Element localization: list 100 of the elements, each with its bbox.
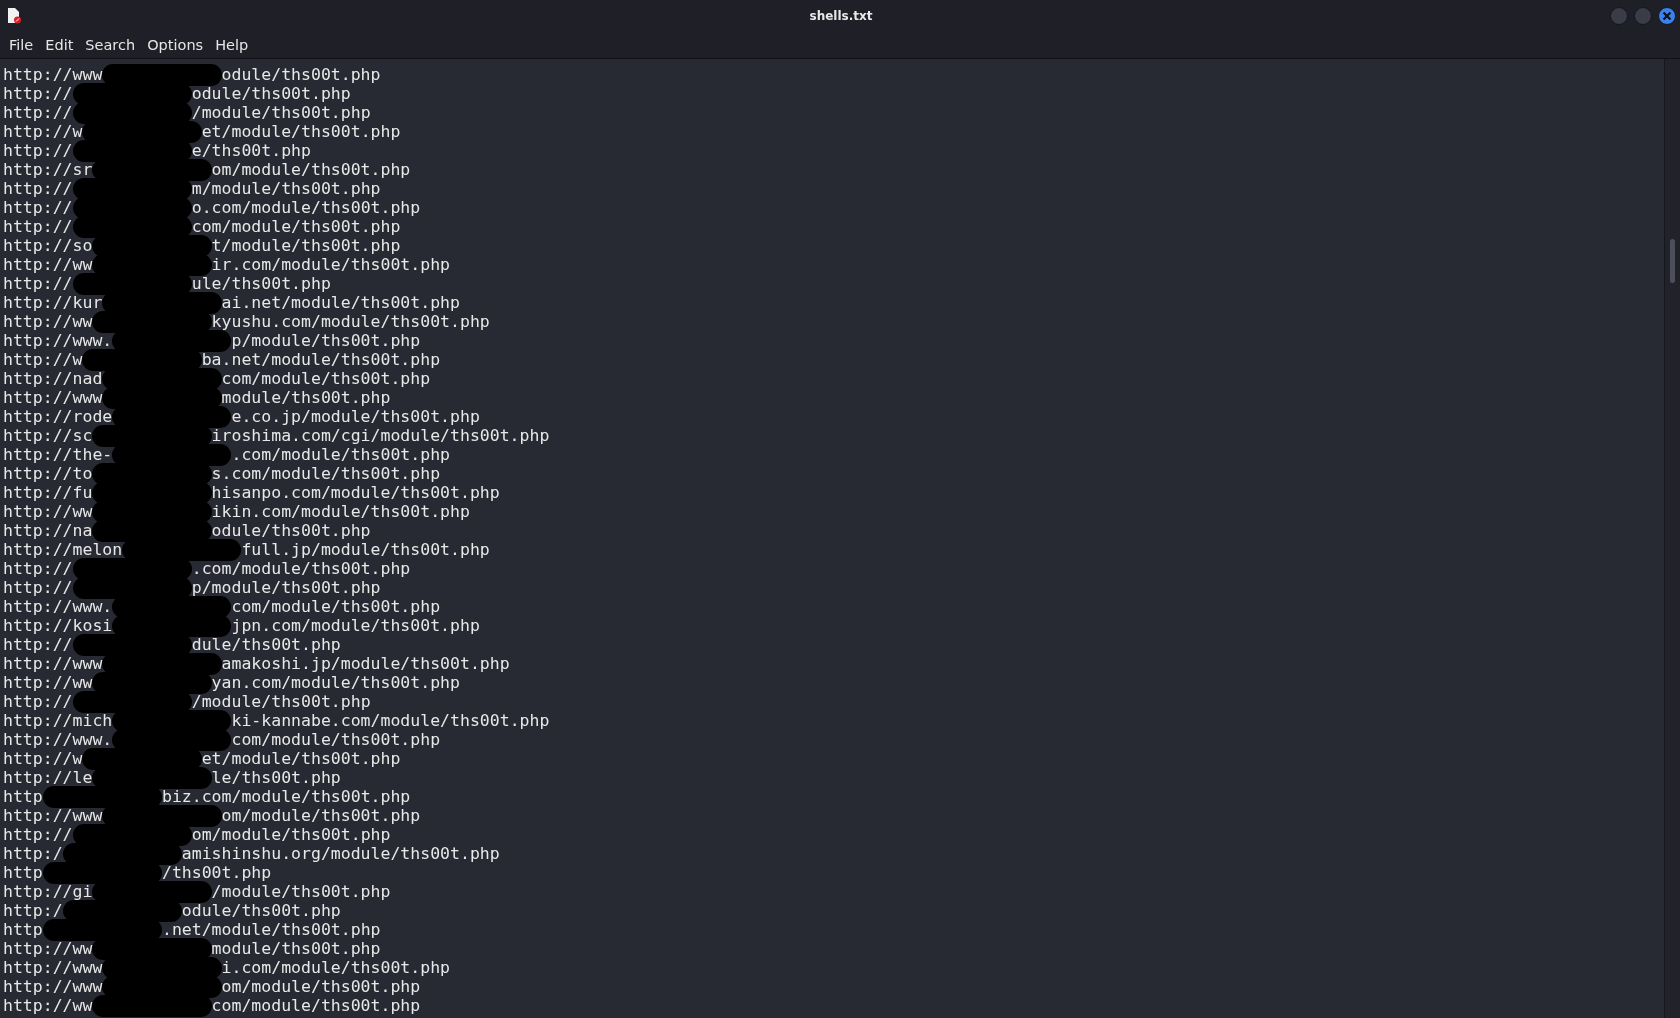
url-text: http://mich xyxy=(3,711,113,730)
url-text: http://www xyxy=(3,958,103,977)
menu-item[interactable]: File xyxy=(3,31,40,58)
close-button[interactable] xyxy=(1658,6,1676,25)
url-text: le/ths00t.php xyxy=(211,768,341,787)
url-text: ba.net/module/ths00t.php xyxy=(201,350,441,369)
url-text: http://www xyxy=(3,977,103,996)
url-text: module/ths00t.php xyxy=(211,939,381,958)
url-text: s.com/module/ths00t.php xyxy=(211,464,441,483)
url-text: o.com/module/ths00t.php xyxy=(191,198,421,217)
url-text: p/module/ths00t.php xyxy=(191,578,381,597)
url-text: http://the- xyxy=(3,445,113,464)
url-text: http://www. xyxy=(3,331,113,350)
url-text: http:// xyxy=(3,179,73,198)
url-text: p/module/ths00t.php xyxy=(231,331,421,350)
url-text: http:/ xyxy=(3,844,63,863)
url-text: iroshima.com/cgi/module/ths00t.php xyxy=(211,426,550,445)
url-text: ule/ths00t.php xyxy=(191,274,331,293)
menu-item[interactable]: Options xyxy=(141,31,210,58)
url-text: http://so xyxy=(3,236,93,255)
url-text: http://ww xyxy=(3,312,93,331)
url-text: http://www xyxy=(3,65,103,84)
url-text: module/ths00t.php xyxy=(221,388,391,407)
url-text: http://melon xyxy=(3,540,123,559)
url-text: http://www xyxy=(3,654,103,673)
url-text: om/module/ths00t.php xyxy=(221,806,421,825)
url-text: http:// xyxy=(3,578,73,597)
menu-item[interactable]: Help xyxy=(209,31,255,58)
url-text: http://le xyxy=(3,768,93,787)
url-text: com/module/ths00t.php xyxy=(231,730,441,749)
url-text: odule/ths00t.php xyxy=(211,521,371,540)
url-text: ai.net/module/ths00t.php xyxy=(221,293,460,312)
url-text: dule/ths00t.php xyxy=(191,635,341,654)
url-text: http://www. xyxy=(3,730,113,749)
url-text: http:// xyxy=(3,692,73,711)
url-text: full.jp/module/ths00t.php xyxy=(241,540,490,559)
url-text: jpn.com/module/ths00t.php xyxy=(231,616,480,635)
url-text: http xyxy=(3,787,43,806)
url-text: om/module/ths00t.php xyxy=(211,160,411,179)
url-text: kyushu.com/module/ths00t.php xyxy=(211,312,490,331)
menu-item[interactable]: Edit xyxy=(39,31,80,58)
url-text: http://ww xyxy=(3,996,93,1015)
maximize-button[interactable] xyxy=(1634,6,1652,25)
scrollbar-thumb[interactable] xyxy=(1670,239,1675,283)
url-text: http://ww xyxy=(3,673,93,692)
menu-item[interactable]: Search xyxy=(79,31,142,58)
url-text: amishinshu.org/module/ths00t.php xyxy=(181,844,500,863)
url-text: com/module/ths00t.php xyxy=(221,369,431,388)
url-text: com/module/ths00t.php xyxy=(211,996,421,1015)
url-text: http://w xyxy=(3,122,83,141)
url-text: et/module/ths00t.php xyxy=(201,122,401,141)
url-text: http://w xyxy=(3,350,83,369)
url-text: http://rode xyxy=(3,407,113,426)
url-text: http://to xyxy=(3,464,93,483)
url-text: http://w xyxy=(3,749,83,768)
url-text: i.com/module/ths00t.php xyxy=(221,958,451,977)
url-text: /ths00t.php xyxy=(161,863,272,882)
url-text: odule/ths00t.php xyxy=(191,84,351,103)
url-text: http://www xyxy=(3,388,103,407)
url-text: .com/module/ths00t.php xyxy=(191,559,411,578)
url-text: hisanpo.com/module/ths00t.php xyxy=(211,483,500,502)
url-text: http://sr xyxy=(3,160,93,179)
url-text: e.co.jp/module/ths00t.php xyxy=(231,407,480,426)
url-text: http:// xyxy=(3,141,73,160)
url-text: http://na xyxy=(3,521,93,540)
minimize-button[interactable] xyxy=(1610,6,1628,25)
url-text: m/module/ths00t.php xyxy=(191,179,381,198)
url-text: http://sc xyxy=(3,426,93,445)
url-text: odule/ths00t.php xyxy=(221,65,381,84)
url-text: yan.com/module/ths00t.php xyxy=(211,673,460,692)
url-text: http://kur xyxy=(3,293,103,312)
url-text: http xyxy=(3,920,43,939)
url-text: amakoshi.jp/module/ths00t.php xyxy=(221,654,510,673)
url-text: t/module/ths00t.php xyxy=(211,236,401,255)
url-text: http:// xyxy=(3,217,73,236)
url-text: http://ww xyxy=(3,939,93,958)
window-title: shells.txt xyxy=(809,8,873,23)
url-text: http://www xyxy=(3,806,103,825)
url-text: http:// xyxy=(3,198,73,217)
url-text: http xyxy=(3,863,43,882)
url-text: com/module/ths00t.php xyxy=(231,597,441,616)
url-text: http:// xyxy=(3,274,73,293)
url-text: http:// xyxy=(3,103,73,122)
url-text: .net/module/ths00t.php xyxy=(161,920,381,939)
url-text: http:// xyxy=(3,635,73,654)
url-text: biz.com/module/ths00t.php xyxy=(161,787,411,806)
url-text: odule/ths00t.php xyxy=(181,901,341,920)
url-text: et/module/ths00t.php xyxy=(201,749,401,768)
url-text: http://nad xyxy=(3,369,103,388)
url-text: om/module/ths00t.php xyxy=(191,825,391,844)
url-text: ikin.com/module/ths00t.php xyxy=(211,502,470,521)
url-text: http:// xyxy=(3,825,73,844)
url-text: /module/ths00t.php xyxy=(191,692,371,711)
url-text: ki-kannabe.com/module/ths00t.php xyxy=(231,711,550,730)
url-text: http:// xyxy=(3,559,73,578)
url-text: http://gi xyxy=(3,882,93,901)
url-text: /module/ths00t.php xyxy=(211,882,391,901)
url-text: http://www. xyxy=(3,597,113,616)
url-text: http://ww xyxy=(3,255,93,274)
url-text: .com/module/ths00t.php xyxy=(231,445,451,464)
